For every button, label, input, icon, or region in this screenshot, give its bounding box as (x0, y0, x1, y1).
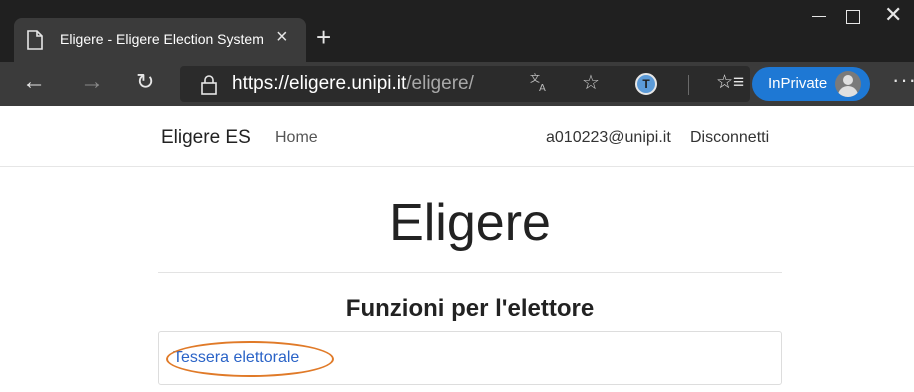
tab-title: Eligere - Eligere Election System (60, 31, 264, 47)
site-navbar: Eligere ES Home a010223@unipi.it Disconn… (0, 106, 914, 167)
inprivate-label: InPrivate (768, 75, 828, 92)
browser-title-bar: Eligere - Eligere Election System × + ✕ (0, 0, 914, 62)
more-icon[interactable]: ··· (892, 69, 914, 91)
logout-link[interactable]: Disconnetti (690, 129, 769, 147)
extension-icon[interactable]: T (635, 73, 657, 95)
svg-text:A: A (539, 83, 546, 92)
lock-icon[interactable] (200, 75, 218, 95)
address-bar[interactable]: https://eligere.unipi.it/eligere/ 文 A ☆ … (180, 66, 750, 102)
forward-icon[interactable]: → (80, 70, 104, 94)
home-link[interactable]: Home (275, 129, 318, 147)
favorites-icon[interactable]: ☆≡ (716, 71, 744, 94)
back-icon[interactable]: ← (22, 70, 46, 94)
avatar-body (838, 86, 858, 97)
star-icon[interactable]: ☆ (582, 70, 600, 95)
highlight-annotation (166, 341, 334, 377)
url-text[interactable]: https://eligere.unipi.it/eligere/ (232, 73, 474, 95)
inprivate-button[interactable]: InPrivate (752, 67, 870, 101)
maximize-icon[interactable] (846, 10, 860, 24)
translate-icon[interactable]: 文 A (530, 72, 550, 97)
url-host: https://eligere.unipi.it (232, 73, 407, 94)
user-email: a010223@unipi.it (546, 129, 671, 146)
close-window-icon[interactable]: ✕ (884, 4, 902, 26)
page-title: Eligere (389, 194, 551, 252)
section-title: Funzioni per l'elettore (345, 295, 595, 322)
site-brand[interactable]: Eligere ES (161, 127, 251, 149)
toolbar-divider (688, 75, 689, 95)
avatar-head (843, 75, 853, 85)
avatar (835, 71, 861, 97)
browser-tab[interactable]: Eligere - Eligere Election System × (14, 18, 306, 62)
tab-close-icon[interactable]: × (276, 27, 288, 47)
minimize-icon[interactable] (812, 16, 826, 17)
new-tab-icon[interactable]: + (316, 24, 331, 50)
refresh-icon[interactable]: ↻ (136, 70, 154, 94)
url-path: /eligere/ (406, 73, 474, 94)
section-divider (158, 272, 782, 273)
browser-toolbar: ← → ↻ https://eligere.unipi.it/eligere/ … (0, 62, 914, 106)
page-icon (26, 30, 44, 50)
